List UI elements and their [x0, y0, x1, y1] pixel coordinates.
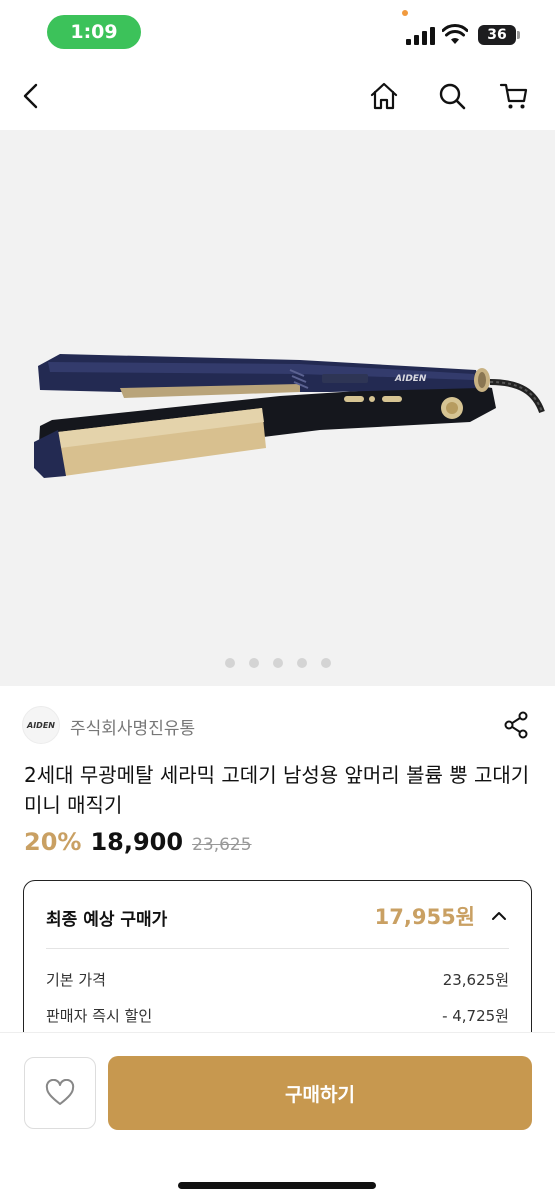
chevron-left-icon	[23, 83, 38, 109]
home-button[interactable]	[364, 76, 404, 116]
price-detail-label: 판매자 즉시 할인	[46, 1007, 153, 1025]
chevron-up-icon[interactable]	[491, 908, 507, 924]
carousel-dot[interactable]	[296, 658, 307, 668]
search-button[interactable]	[432, 76, 472, 116]
like-button[interactable]	[24, 1057, 96, 1129]
share-icon	[504, 711, 528, 739]
back-button[interactable]	[12, 76, 52, 116]
carousel-dot[interactable]	[224, 658, 235, 668]
seller-row[interactable]: AIDEN 주식회사명진유통	[22, 703, 532, 747]
price-detail-label: 기본 가격	[46, 971, 106, 989]
product-title: 2세대 무광메탈 세라믹 고데기 남성용 앞머리 볼륨 뿡 고대기 미니 매직기	[24, 763, 530, 817]
original-price: 23,625	[192, 835, 252, 855]
status-bar: 1:09 36	[0, 0, 555, 62]
discount-rate: 20%	[24, 828, 82, 856]
nav-bar	[0, 62, 555, 130]
carousel-dot[interactable]	[320, 658, 331, 668]
price-row: 20% 18,900 23,625	[24, 828, 252, 860]
carousel-dots	[0, 658, 555, 668]
brand-text-on-device: AIDEN	[394, 374, 427, 384]
bottom-action-bar: 구매하기	[0, 1032, 555, 1200]
cart-icon	[499, 83, 528, 109]
product-image-carousel[interactable]: AIDEN	[0, 130, 555, 686]
wifi-icon	[442, 24, 468, 44]
battery-icon: 36	[478, 25, 516, 45]
seller-name[interactable]: 주식회사명진유통	[70, 714, 195, 739]
price-detail-value: - 4,725원	[442, 1007, 509, 1025]
carousel-dot[interactable]	[272, 658, 283, 668]
heart-icon	[45, 1079, 75, 1105]
home-indicator	[178, 1182, 376, 1189]
status-time[interactable]: 1:09	[47, 15, 141, 49]
price-detail-row: 기본 가격 23,625원	[46, 959, 509, 995]
home-icon	[370, 82, 398, 110]
final-price-header[interactable]: 최종 예상 구매가 17,955원	[46, 881, 509, 949]
carousel-dot[interactable]	[248, 658, 259, 668]
buy-button[interactable]: 구매하기	[108, 1056, 532, 1130]
seller-logo[interactable]: AIDEN	[22, 706, 60, 744]
cart-button[interactable]	[494, 76, 534, 116]
price-detail-row: 판매자 즉시 할인 - 4,725원	[46, 995, 509, 1031]
hair-straightener-image: AIDEN	[34, 354, 545, 478]
share-button[interactable]	[500, 709, 532, 741]
camera-indicator-dot	[402, 10, 408, 16]
final-price-value: 17,955원	[374, 905, 475, 929]
sale-price: 18,900	[90, 828, 184, 856]
search-icon	[439, 83, 466, 110]
price-detail-value: 23,625원	[442, 971, 509, 989]
cellular-signal-icon	[406, 27, 435, 45]
final-price-label: 최종 예상 구매가	[46, 910, 168, 930]
battery-tip	[517, 31, 520, 39]
